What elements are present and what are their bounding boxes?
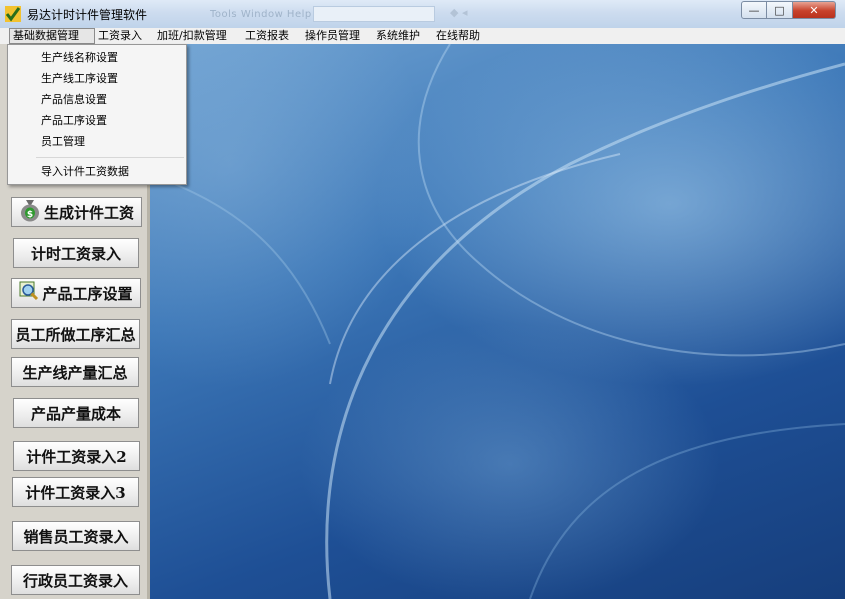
product-process-settings-button[interactable]: 产品工序设置 — [11, 278, 141, 308]
title-bar: 易达计时计件管理软件 Tools Window Help ◆ ◂ — □ ✕ — [0, 0, 845, 28]
minimize-button[interactable]: — — [741, 1, 767, 19]
desktop-background — [150, 44, 845, 599]
menu-item-product-info-settings[interactable]: 产品信息设置 — [41, 91, 107, 109]
ghost-toolbar-icons: ◆ ◂ — [450, 6, 468, 19]
sales-wage-entry-label: 销售员工资录入 — [23, 527, 129, 546]
employee-process-summary-label: 员工所做工序汇总 — [15, 325, 136, 344]
maximize-button[interactable]: □ — [767, 1, 793, 19]
product-output-cost-label: 产品产量成本 — [30, 404, 121, 423]
menu-salary-report[interactable]: 工资报表 — [242, 28, 292, 44]
generate-piece-wage-button[interactable]: $ 生成计件工资 — [11, 197, 142, 227]
admin-wage-entry-label: 行政员工资录入 — [22, 571, 128, 590]
generate-piece-wage-label: 生成计件工资 — [43, 203, 134, 222]
ghost-toolbar-box — [313, 6, 435, 22]
menu-separator — [36, 157, 184, 158]
hourly-wage-entry-button[interactable]: 计时工资录入 — [13, 238, 139, 268]
piece-wage-entry-3-button[interactable]: 计件工资录入3 — [12, 477, 139, 507]
window-title: 易达计时计件管理软件 — [27, 8, 148, 22]
wallpaper-swirl — [150, 44, 845, 599]
piece-wage-entry-2-button[interactable]: 计件工资录入2 — [13, 441, 140, 471]
app-logo-icon — [5, 6, 21, 22]
close-button[interactable]: ✕ — [793, 1, 836, 19]
window-controls: — □ ✕ — [741, 1, 836, 19]
line-output-summary-button[interactable]: 生产线产量汇总 — [11, 357, 139, 387]
menu-operator-management[interactable]: 操作员管理 — [302, 28, 363, 44]
menu-item-employee-management[interactable]: 员工管理 — [41, 133, 85, 151]
menu-overtime-deduction[interactable]: 加班/扣款管理 — [154, 28, 230, 44]
employee-process-summary-button[interactable]: 员工所做工序汇总 — [11, 319, 140, 349]
menu-salary-entry[interactable]: 工资录入 — [95, 28, 145, 44]
line-output-summary-label: 生产线产量汇总 — [22, 363, 128, 382]
menu-basic-data[interactable]: 基础数据管理 — [9, 28, 95, 44]
svg-text:$: $ — [27, 210, 33, 220]
basic-data-dropdown: 生产线名称设置 生产线工序设置 产品信息设置 产品工序设置 员工管理 导入计件工… — [7, 44, 187, 185]
menu-item-product-process-settings[interactable]: 产品工序设置 — [41, 112, 107, 130]
menu-online-help[interactable]: 在线帮助 — [433, 28, 483, 44]
product-output-cost-button[interactable]: 产品产量成本 — [13, 398, 139, 428]
menu-item-line-process-settings[interactable]: 生产线工序设置 — [41, 70, 118, 88]
ghost-menu-text: Tools Window Help — [210, 9, 312, 20]
product-process-settings-label: 产品工序设置 — [42, 284, 133, 303]
magnifier-icon — [19, 281, 39, 305]
sales-wage-entry-button[interactable]: 销售员工资录入 — [12, 521, 140, 551]
admin-wage-entry-button[interactable]: 行政员工资录入 — [11, 565, 140, 595]
menu-system-maintenance[interactable]: 系统维护 — [373, 28, 423, 44]
menu-item-line-name-settings[interactable]: 生产线名称设置 — [41, 49, 118, 67]
money-bag-icon: $ — [19, 198, 41, 226]
piece-wage-entry-2-label: 计件工资录入2 — [26, 447, 127, 466]
hourly-wage-entry-label: 计时工资录入 — [30, 244, 121, 263]
menu-bar: 基础数据管理 工资录入 加班/扣款管理 工资报表 操作员管理 系统维护 在线帮助 — [0, 28, 845, 45]
piece-wage-entry-3-label: 计件工资录入3 — [25, 483, 126, 502]
menu-item-import-piece-wage-data[interactable]: 导入计件工资数据 — [41, 163, 129, 181]
